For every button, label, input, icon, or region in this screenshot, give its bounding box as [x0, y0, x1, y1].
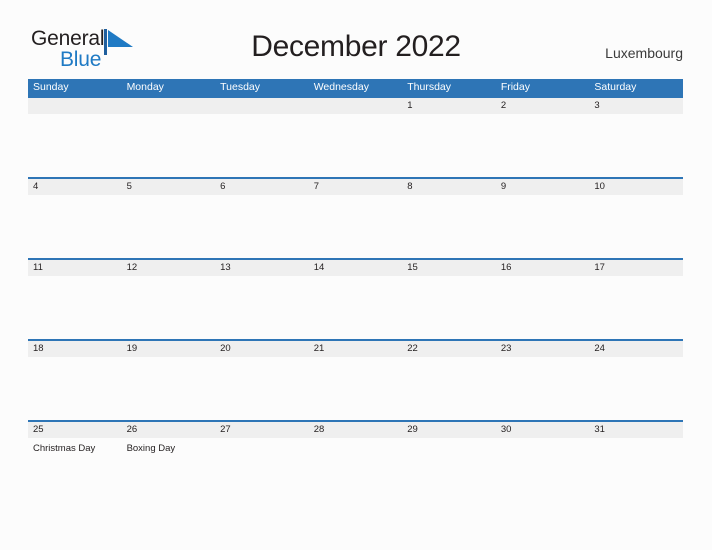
weekday-header-sunday: Sunday	[33, 81, 69, 93]
day-number[interactable]: 7	[309, 179, 403, 195]
day-event	[215, 114, 309, 118]
day-event	[122, 357, 216, 361]
day-number[interactable]: 1	[402, 98, 496, 114]
day-event	[402, 276, 496, 280]
weekday-header-friday: Friday	[500, 81, 530, 93]
week-date-band: 25 26 27 28 29 30 31	[28, 420, 683, 438]
day-number[interactable]: 31	[589, 422, 683, 438]
day-number[interactable]: 6	[215, 179, 309, 195]
day-number[interactable]: 2	[496, 98, 590, 114]
day-event	[28, 357, 122, 361]
day-number[interactable]: 23	[496, 341, 590, 357]
day-number[interactable]: 26	[122, 422, 216, 438]
day-number[interactable]: 10	[589, 179, 683, 195]
day-number[interactable]: 28	[309, 422, 403, 438]
day-number[interactable]: 29	[402, 422, 496, 438]
page-header: General Blue December 2022 Luxembourg	[0, 0, 712, 70]
day-event	[309, 114, 403, 118]
day-number[interactable]: 4	[28, 179, 122, 195]
day-number[interactable]: 16	[496, 260, 590, 276]
week-date-band: 18 19 20 21 22 23 24	[28, 339, 683, 357]
day-event	[309, 276, 403, 280]
day-number[interactable]	[122, 98, 216, 114]
day-event	[496, 357, 590, 361]
calendar-grid: Sunday Monday Tuesday Wednesday Thursday…	[28, 79, 683, 501]
day-number[interactable]: 18	[28, 341, 122, 357]
day-number[interactable]	[215, 98, 309, 114]
day-event	[309, 438, 403, 456]
week-event-band	[28, 114, 683, 118]
day-event	[28, 114, 122, 118]
day-event	[402, 438, 496, 456]
day-event	[215, 195, 309, 199]
day-event	[122, 276, 216, 280]
day-event	[402, 357, 496, 361]
day-event	[215, 357, 309, 361]
day-number[interactable]	[28, 98, 122, 114]
weekday-header-tuesday: Tuesday	[220, 81, 261, 93]
day-event	[309, 195, 403, 199]
day-event: Christmas Day	[33, 443, 96, 454]
day-number[interactable]: 22	[402, 341, 496, 357]
day-event	[215, 276, 309, 280]
day-number[interactable]: 20	[215, 341, 309, 357]
day-event	[28, 276, 122, 280]
day-number[interactable]: 8	[402, 179, 496, 195]
weekday-header-wednesday: Wednesday	[313, 81, 369, 93]
calendar-week-row: 25 26 27 28 29 30 31 Christmas Day Boxin…	[28, 420, 683, 501]
day-event	[496, 114, 590, 118]
day-number[interactable]: 19	[122, 341, 216, 357]
week-date-band: 11 12 13 14 15 16 17	[28, 258, 683, 276]
week-date-band: 4 5 6 7 8 9 10	[28, 177, 683, 195]
day-number[interactable]: 21	[309, 341, 403, 357]
week-date-band: 1 2 3	[28, 96, 683, 114]
weekday-header-saturday: Saturday	[594, 81, 637, 93]
day-event	[496, 438, 590, 456]
calendar-week-row: 1 2 3	[28, 96, 683, 177]
day-number[interactable]: 11	[28, 260, 122, 276]
day-event	[496, 276, 590, 280]
day-event	[402, 195, 496, 199]
day-number[interactable]: 14	[309, 260, 403, 276]
week-event-band	[28, 357, 683, 361]
day-number[interactable]: 9	[496, 179, 590, 195]
day-event	[589, 438, 683, 456]
day-event	[589, 276, 683, 280]
week-event-band	[28, 276, 683, 280]
country-label: Luxembourg	[605, 45, 683, 61]
calendar-week-row: 11 12 13 14 15 16 17	[28, 258, 683, 339]
day-event	[215, 438, 309, 456]
day-event	[309, 357, 403, 361]
day-number[interactable]: 15	[402, 260, 496, 276]
day-number[interactable]	[309, 98, 403, 114]
day-event	[122, 114, 216, 118]
week-event-band	[28, 195, 683, 199]
day-number[interactable]: 12	[122, 260, 216, 276]
day-number[interactable]: 30	[496, 422, 590, 438]
weekday-header-monday: Monday	[126, 81, 164, 93]
week-event-band: Christmas Day Boxing Day	[28, 438, 683, 456]
day-event	[496, 195, 590, 199]
day-event	[122, 195, 216, 199]
day-event	[589, 195, 683, 199]
day-number[interactable]: 27	[215, 422, 309, 438]
day-number[interactable]: 24	[589, 341, 683, 357]
day-event	[589, 114, 683, 118]
weekday-header-row: Sunday Monday Tuesday Wednesday Thursday…	[28, 79, 683, 96]
day-number[interactable]: 17	[589, 260, 683, 276]
calendar-week-row: 4 5 6 7 8 9 10	[28, 177, 683, 258]
day-event	[28, 195, 122, 199]
day-event	[402, 114, 496, 118]
day-number[interactable]: 5	[122, 179, 216, 195]
day-number[interactable]: 25	[28, 422, 122, 438]
day-event: Boxing Day	[126, 443, 176, 454]
day-number[interactable]: 3	[589, 98, 683, 114]
calendar-week-row: 18 19 20 21 22 23 24	[28, 339, 683, 420]
day-number[interactable]: 13	[215, 260, 309, 276]
weekday-header-thursday: Thursday	[407, 81, 452, 93]
day-event	[589, 357, 683, 361]
